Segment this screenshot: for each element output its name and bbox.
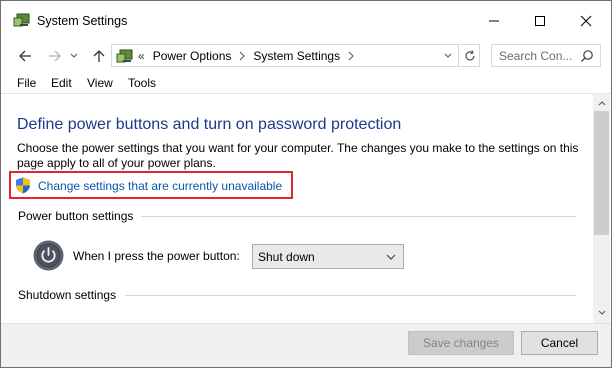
footer-bar: Save changes Cancel xyxy=(1,323,611,367)
system-settings-window: System Settings « Power Options System S… xyxy=(0,0,612,368)
menu-tools[interactable]: Tools xyxy=(128,76,156,90)
breadcrumb-overflow[interactable]: « xyxy=(138,49,145,63)
address-bar[interactable]: « Power Options System Settings xyxy=(111,44,459,67)
save-changes-button[interactable]: Save changes xyxy=(408,331,514,355)
change-unavailable-settings-link[interactable]: Change settings that are currently unava… xyxy=(38,179,282,193)
divider xyxy=(125,295,576,296)
search-icon xyxy=(581,50,593,62)
power-button-action-value: Shut down xyxy=(258,249,315,264)
arrow-right-icon xyxy=(49,50,61,62)
close-button[interactable] xyxy=(563,1,609,41)
power-icon xyxy=(33,240,64,271)
uac-shield-icon xyxy=(16,177,30,194)
maximize-icon xyxy=(535,16,545,26)
arrow-up-icon xyxy=(93,50,105,62)
back-button[interactable] xyxy=(15,46,35,66)
up-button[interactable] xyxy=(89,46,109,66)
scroll-up-button[interactable] xyxy=(593,94,610,111)
title-bar: System Settings xyxy=(1,1,611,41)
chevron-down-icon xyxy=(70,53,78,58)
refresh-button[interactable] xyxy=(460,44,480,67)
page-title: Define power buttons and turn on passwor… xyxy=(17,116,402,133)
chevron-right-icon[interactable] xyxy=(348,51,354,61)
refresh-icon xyxy=(464,49,475,60)
chevron-up-icon xyxy=(598,100,605,105)
minimize-button[interactable] xyxy=(471,1,517,41)
content-pane: Define power buttons and turn on passwor… xyxy=(1,94,593,323)
window-title: System Settings xyxy=(37,14,128,28)
power-button-settings-title: Power button settings xyxy=(18,209,134,223)
search-input[interactable]: Search Con... xyxy=(491,44,601,67)
vertical-scrollbar[interactable] xyxy=(593,94,610,323)
forward-button[interactable] xyxy=(45,46,65,66)
breadcrumb-system-settings[interactable]: System Settings xyxy=(253,49,340,63)
chevron-down-icon xyxy=(386,254,396,260)
chevron-right-icon[interactable] xyxy=(239,51,246,61)
minimize-icon xyxy=(489,20,499,22)
breadcrumb-power-options[interactable]: Power Options xyxy=(153,49,232,63)
power-options-icon xyxy=(116,49,133,62)
menu-bar: File Edit View Tools xyxy=(1,73,611,93)
address-dropdown-button[interactable] xyxy=(442,49,454,63)
menu-view[interactable]: View xyxy=(87,76,113,90)
menu-file[interactable]: File xyxy=(17,76,36,90)
search-placeholder: Search Con... xyxy=(499,48,573,63)
divider xyxy=(141,216,576,217)
recent-locations-button[interactable] xyxy=(67,46,81,66)
chevron-down-icon xyxy=(598,310,605,315)
navigation-bar: « Power Options System Settings Search C… xyxy=(1,41,611,71)
chevron-down-icon xyxy=(444,53,452,58)
close-icon xyxy=(580,15,592,27)
maximize-button[interactable] xyxy=(517,1,563,41)
page-description: Choose the power settings that you want … xyxy=(17,141,579,170)
scroll-thumb[interactable] xyxy=(594,111,609,235)
power-options-icon xyxy=(13,13,30,27)
shutdown-settings-title: Shutdown settings xyxy=(18,288,117,302)
power-button-action-select[interactable]: Shut down xyxy=(252,244,404,269)
arrow-left-icon xyxy=(19,50,31,62)
cancel-button[interactable]: Cancel xyxy=(521,331,598,355)
scroll-down-button[interactable] xyxy=(593,304,610,321)
power-button-label: When I press the power button: xyxy=(73,249,240,263)
menu-edit[interactable]: Edit xyxy=(51,76,72,90)
